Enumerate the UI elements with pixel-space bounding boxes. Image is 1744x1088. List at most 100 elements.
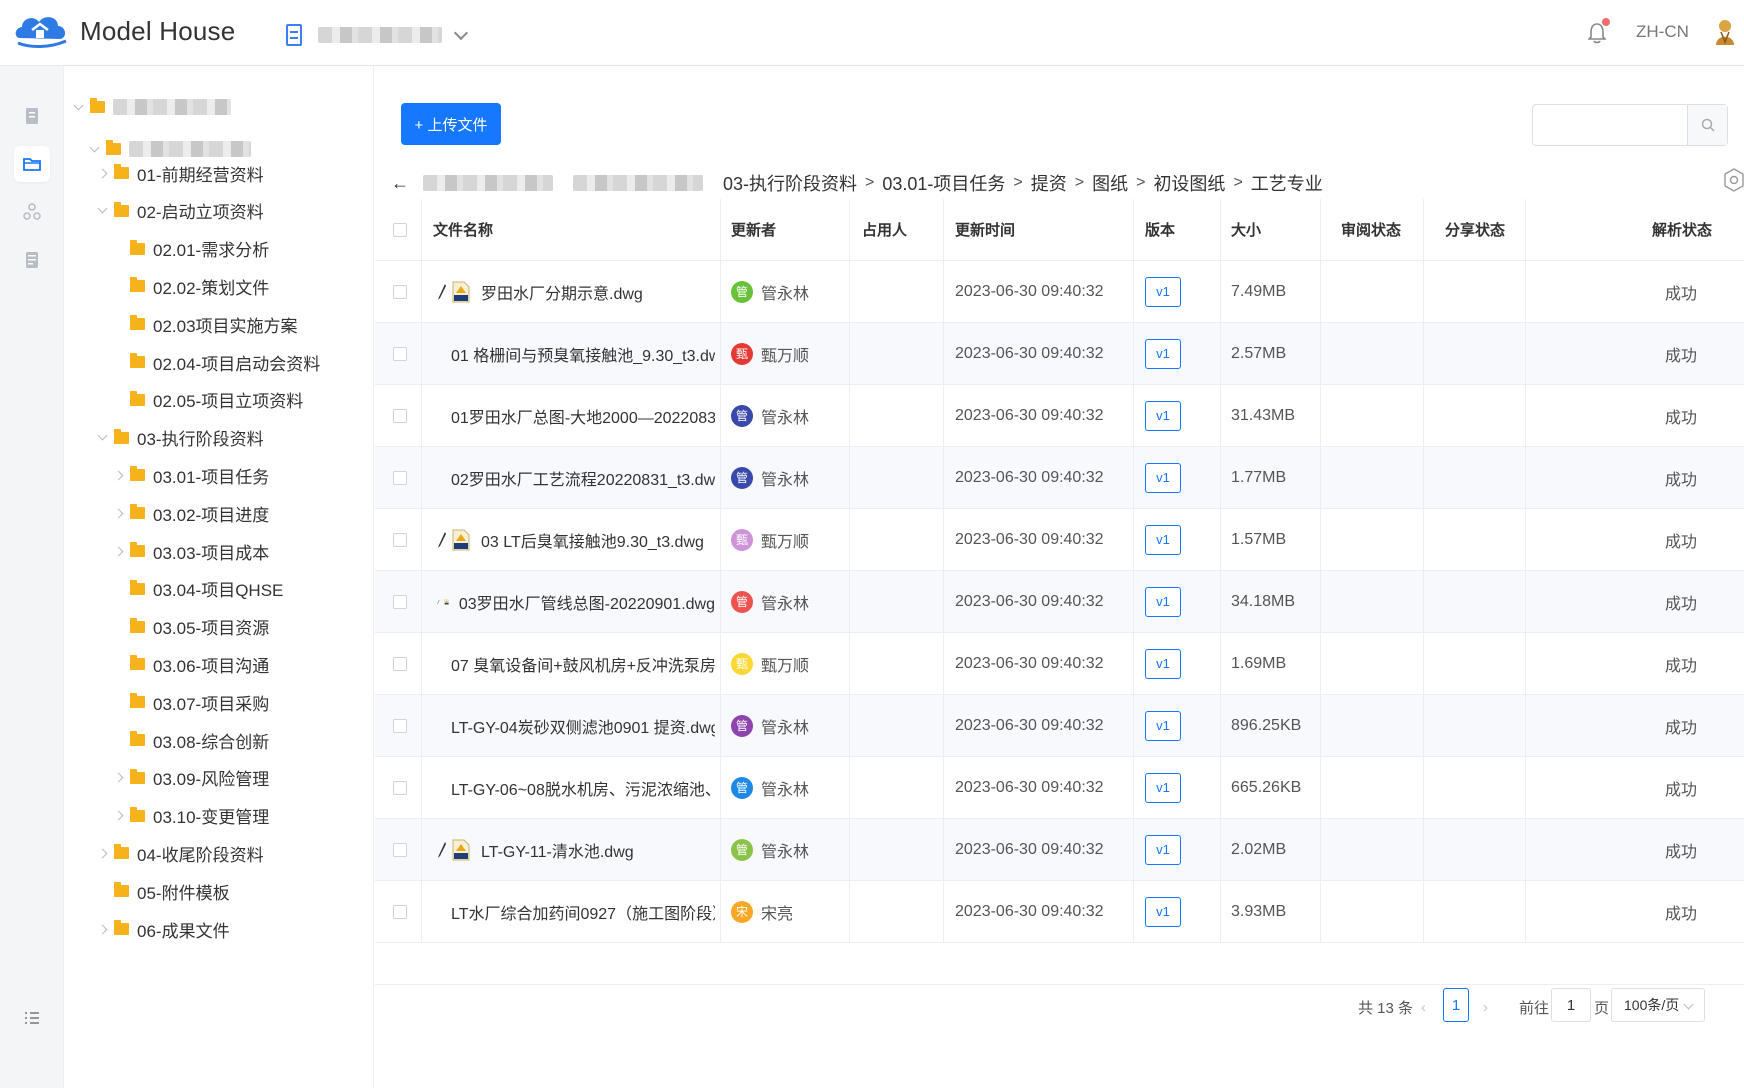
row-checkbox[interactable]	[393, 408, 407, 423]
caret-down-icon[interactable]	[96, 205, 108, 217]
table-row[interactable]: 03 LT后臭氧接触池9.30_t3.dwg 甄甄万顺 2023-06-30 09:…	[375, 509, 1744, 571]
row-checkbox[interactable]	[393, 284, 407, 299]
version-badge[interactable]: v1	[1145, 834, 1181, 865]
caret-right-icon[interactable]	[112, 810, 124, 822]
version-badge[interactable]: v1	[1145, 710, 1181, 741]
tree-root[interactable]	[72, 92, 231, 122]
tree-item[interactable]: 02.04-项目启动会资料	[112, 347, 320, 377]
tree-item[interactable]: 05-附件模板	[96, 876, 230, 906]
header-share-status[interactable]: 分享状态	[1445, 199, 1505, 260]
table-row[interactable]: 02罗田水厂工艺流程20220831_t3.dwg 管管永林 2023-06-30 …	[375, 447, 1744, 509]
version-badge[interactable]: v1	[1145, 462, 1181, 493]
tree-item[interactable]: 03.07-项目采购	[112, 687, 269, 717]
header-file-name[interactable]: 文件名称	[433, 199, 493, 260]
row-checkbox[interactable]	[393, 842, 407, 857]
row-checkbox[interactable]	[393, 532, 407, 547]
version-badge[interactable]: v1	[1145, 648, 1181, 679]
row-checkbox[interactable]	[393, 656, 407, 671]
tree-item[interactable]: 03.10-变更管理	[112, 801, 269, 831]
rail-notes-button[interactable]	[14, 242, 50, 278]
tree-item[interactable]: 03.02-项目进度	[112, 498, 269, 528]
header-occupant[interactable]: 占用人	[862, 199, 907, 260]
header-size[interactable]: 大小	[1231, 199, 1261, 260]
rail-network-button[interactable]	[14, 194, 50, 230]
version-badge[interactable]: v1	[1145, 338, 1181, 369]
language-switch[interactable]: ZH-CN	[1636, 22, 1689, 42]
header-review-status[interactable]: 审阅状态	[1341, 199, 1401, 260]
breadcrumb-item[interactable]: 图纸	[1092, 170, 1128, 196]
version-badge[interactable]: v1	[1145, 524, 1181, 555]
file-name-cell[interactable]: 01罗田水厂总图-大地2000—20220831(1)....	[437, 385, 715, 446]
header-update-time[interactable]: 更新时间	[955, 199, 1015, 260]
breadcrumb-item[interactable]: 初设图纸	[1153, 170, 1225, 196]
header-updater[interactable]: 更新者	[731, 199, 776, 260]
breadcrumb-item[interactable]: 工艺专业	[1251, 170, 1323, 196]
table-row[interactable]: 罗田水厂分期示意.dwg 管管永林 2023-06-30 09:40:32 v1 7.4…	[375, 261, 1744, 323]
row-checkbox[interactable]	[393, 904, 407, 919]
table-row[interactable]: LT-GY-06~08脱水机房、污泥浓缩池、排水... 管管永林 2023-06-3…	[375, 757, 1744, 819]
tree-item[interactable]: 06-成果文件	[96, 914, 230, 944]
version-badge[interactable]: v1	[1145, 772, 1181, 803]
caret-right-icon[interactable]	[96, 847, 108, 859]
row-checkbox[interactable]	[393, 594, 407, 609]
file-name-cell[interactable]: 01 格栅间与预臭氧接触池_9.30_t3.dwg	[437, 323, 715, 384]
tree-item[interactable]: 02-启动立项资料	[96, 196, 264, 226]
tree-item[interactable]: 02.02-策划文件	[112, 271, 269, 301]
file-name-cell[interactable]: LT-GY-06~08脱水机房、污泥浓缩池、排水...	[437, 757, 715, 818]
table-row[interactable]: LT-GY-11-清水池.dwg 管管永林 2023-06-30 09:40:32 v…	[375, 819, 1744, 881]
row-checkbox[interactable]	[393, 346, 407, 361]
caret-right-icon[interactable]	[96, 923, 108, 935]
back-arrow-icon[interactable]: ←	[391, 173, 409, 194]
tree-item[interactable]: 03.01-项目任务	[112, 460, 269, 490]
tree-item[interactable]: 03.06-项目沟通	[112, 649, 269, 679]
caret-right-icon[interactable]	[112, 469, 124, 481]
caret-right-icon[interactable]	[112, 507, 124, 519]
file-name-cell[interactable]: LT-GY-11-清水池.dwg	[437, 819, 715, 880]
caret-right-icon[interactable]	[112, 545, 124, 557]
tree-item[interactable]: 01-前期经营资料	[96, 158, 264, 188]
search-button[interactable]	[1687, 105, 1727, 145]
settings-hexagon-icon[interactable]	[1723, 168, 1744, 192]
file-name-cell[interactable]: LT水厂综合加药间0927（施工图阶段）.dwg	[437, 881, 715, 942]
table-row[interactable]: 01 格栅间与预臭氧接触池_9.30_t3.dwg 甄甄万顺 2023-06-30 …	[375, 323, 1744, 385]
file-name-cell[interactable]: 03罗田水厂管线总图-20220901.dwg	[437, 571, 715, 632]
caret-right-icon[interactable]	[112, 772, 124, 784]
version-badge[interactable]: v1	[1145, 276, 1181, 307]
file-name-cell[interactable]: 03 LT后臭氧接触池9.30_t3.dwg	[437, 509, 715, 570]
caret-right-icon[interactable]	[96, 167, 108, 179]
breadcrumb-item[interactable]: 03.01-项目任务	[882, 170, 1005, 196]
file-name-cell[interactable]: 07 臭氧设备间+鼓风机房+反冲洗泵房_9.29...	[437, 633, 715, 694]
goto-page-input[interactable]: 1	[1551, 988, 1591, 1022]
tree-item[interactable]: 03.08-综合创新	[112, 725, 269, 755]
project-selector[interactable]	[286, 20, 469, 50]
rail-documents-button[interactable]	[14, 98, 50, 134]
file-name-cell[interactable]: 罗田水厂分期示意.dwg	[437, 261, 715, 322]
tree-item[interactable]: 02.03项目实施方案	[112, 309, 298, 339]
table-row[interactable]: LT-GY-04炭砂双侧滤池0901 提资.dwg 管管永林 2023-06-30 …	[375, 695, 1744, 757]
tree-item[interactable]: 03.05-项目资源	[112, 612, 269, 642]
breadcrumb-item[interactable]: 03-执行阶段资料	[723, 170, 857, 196]
upload-file-button[interactable]: + 上传文件	[401, 103, 501, 145]
version-badge[interactable]: v1	[1145, 586, 1181, 617]
version-badge[interactable]: v1	[1145, 400, 1181, 431]
search-input[interactable]	[1532, 104, 1728, 146]
file-name-cell[interactable]: LT-GY-04炭砂双侧滤池0901 提资.dwg	[437, 695, 715, 756]
tree-item[interactable]: 03.04-项目QHSE	[112, 574, 283, 604]
rail-collapse-button[interactable]	[14, 1000, 50, 1036]
row-checkbox[interactable]	[393, 718, 407, 733]
table-row[interactable]: LT水厂综合加药间0927（施工图阶段）.dwg 宋宋亮 2023-06-30 09…	[375, 881, 1744, 943]
version-badge[interactable]: v1	[1145, 896, 1181, 927]
breadcrumb-item[interactable]: 提资	[1031, 170, 1067, 196]
table-row[interactable]: 01罗田水厂总图-大地2000—20220831(1).... 管管永林 2023-…	[375, 385, 1744, 447]
caret-down-icon[interactable]	[96, 432, 108, 444]
tree-item[interactable]: 03.03-项目成本	[112, 536, 269, 566]
row-checkbox[interactable]	[393, 470, 407, 485]
row-checkbox[interactable]	[393, 780, 407, 795]
user-avatar-icon[interactable]	[1714, 18, 1736, 46]
page-number-current[interactable]: 1	[1443, 988, 1469, 1022]
tree-item[interactable]: 02.05-项目立项资料	[112, 385, 303, 415]
rail-files-button[interactable]	[14, 146, 50, 182]
page-size-select[interactable]: 100条/页	[1611, 988, 1705, 1022]
header-version[interactable]: 版本	[1145, 199, 1175, 260]
table-row[interactable]: 07 臭氧设备间+鼓风机房+反冲洗泵房_9.29... 甄甄万顺 2023-06-3…	[375, 633, 1744, 695]
